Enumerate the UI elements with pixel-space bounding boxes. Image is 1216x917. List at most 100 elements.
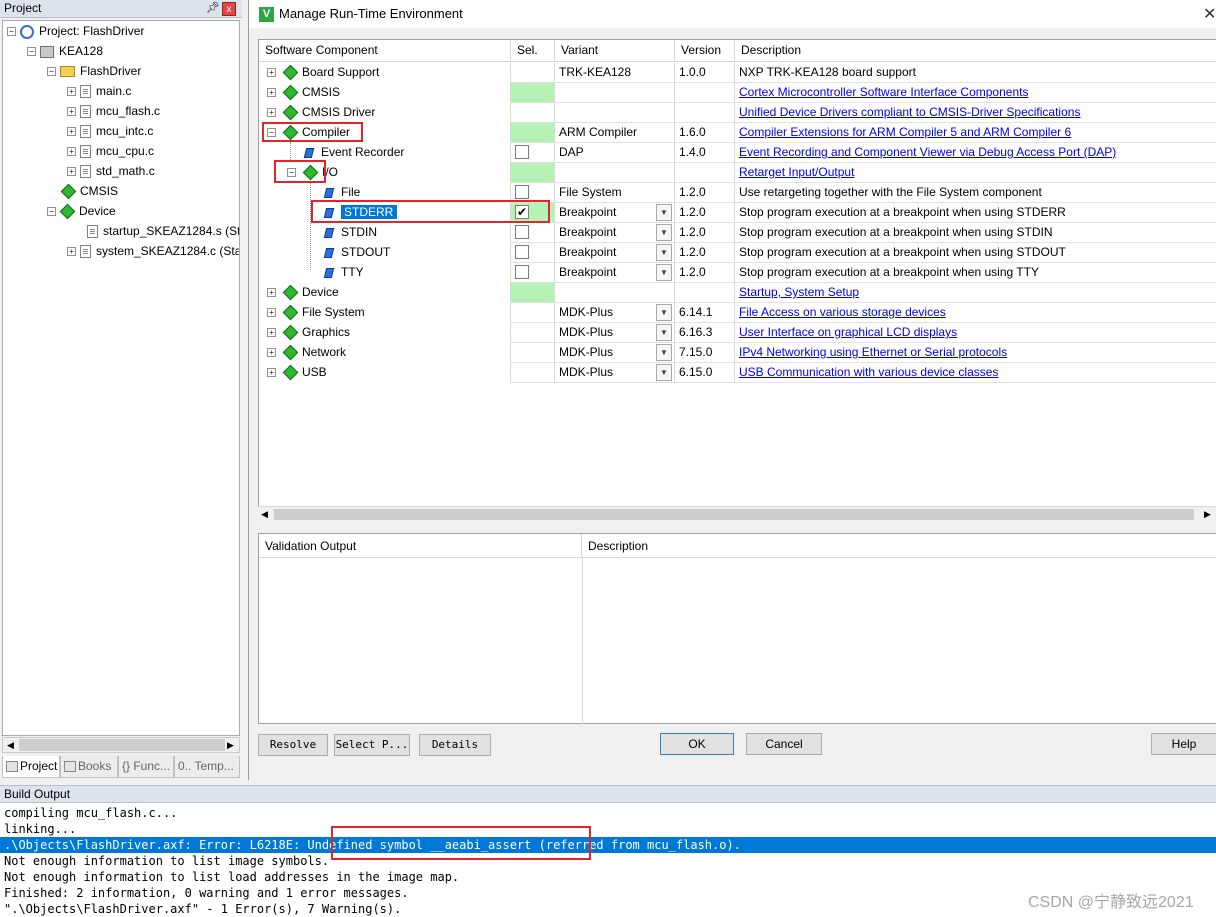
component-cell[interactable]: + Board Support [259, 63, 511, 83]
sel-cell[interactable] [511, 123, 555, 143]
tab-templates[interactable]: 0.. Temp... [174, 756, 240, 778]
chevron-down-icon[interactable]: ▼ [656, 304, 672, 321]
expand-icon[interactable]: + [267, 308, 276, 317]
description-cell[interactable]: USB Communication with various device cl… [735, 363, 1216, 383]
sel-cell[interactable] [511, 343, 555, 363]
sel-cell[interactable] [511, 243, 555, 263]
component-cell[interactable]: + CMSIS [259, 83, 511, 103]
component-row[interactable]: TTY Breakpoint ▼ 1.2.0 Stop program executio… [259, 263, 1216, 283]
component-row[interactable]: STDIN Breakpoint ▼ 1.2.0 Stop program execut… [259, 223, 1216, 243]
column-header-version[interactable]: Version [675, 40, 735, 62]
variant-cell[interactable]: Breakpoint ▼ [555, 203, 675, 223]
tree-item-file[interactable]: + mcu_intc.c [67, 121, 153, 141]
description-link[interactable]: IPv4 Networking using Ethernet or Serial… [739, 345, 1007, 359]
component-row[interactable]: + CMSIS Driver Unified Device Drivers comp… [259, 103, 1216, 123]
description-link[interactable]: Event Recording and Component Viewer via… [739, 145, 1116, 159]
scrollbar-thumb[interactable] [19, 739, 225, 751]
chevron-down-icon[interactable]: ▼ [656, 344, 672, 361]
expand-icon[interactable]: + [67, 247, 76, 257]
variant-cell[interactable]: MDK-Plus ▼ [555, 303, 675, 323]
description-link[interactable]: Retarget Input/Output [739, 165, 854, 179]
tree-item-component[interactable]: CMSIS [60, 181, 118, 201]
component-row[interactable]: + Network MDK-Plus ▼ 7.15.0 IPv4 Networking u… [259, 343, 1216, 363]
tree-item-file[interactable]: + system_SKEAZ1284.c (Sta [67, 241, 239, 261]
ok-button[interactable]: OK [660, 733, 734, 755]
collapse-icon[interactable]: − [47, 67, 56, 77]
component-row[interactable]: + CMSIS Cortex Microcontroller Software In… [259, 83, 1216, 103]
description-cell[interactable]: Cortex Microcontroller Software Interfac… [735, 83, 1216, 103]
tree-item-project[interactable]: − Project: FlashDriver [7, 21, 144, 41]
component-row[interactable]: + USB MDK-Plus ▼ 6.15.0 USB Communication wit… [259, 363, 1216, 383]
component-row[interactable]: + File System MDK-Plus ▼ 6.14.1 File Access o… [259, 303, 1216, 323]
component-cell[interactable]: + CMSIS Driver [259, 103, 511, 123]
variant-cell[interactable]: MDK-Plus ▼ [555, 343, 675, 363]
column-header-sel[interactable]: Sel. [511, 40, 555, 62]
expand-icon[interactable]: + [267, 108, 276, 117]
description-cell[interactable]: Retarget Input/Output [735, 163, 1216, 183]
expand-icon[interactable]: + [267, 288, 276, 297]
component-cell[interactable]: STDIN [259, 223, 511, 243]
column-header-variant[interactable]: Variant [555, 40, 675, 62]
description-cell[interactable]: Event Recording and Component Viewer via… [735, 143, 1216, 163]
expand-icon[interactable]: + [67, 87, 76, 97]
variant-cell[interactable]: MDK-Plus ▼ [555, 363, 675, 383]
description-link[interactable]: Unified Device Drivers compliant to CMSI… [739, 105, 1080, 119]
component-cell[interactable]: TTY [259, 263, 511, 283]
chevron-down-icon[interactable]: ▼ [656, 324, 672, 341]
chevron-down-icon[interactable]: ▼ [656, 364, 672, 381]
component-row[interactable]: STDOUT Breakpoint ▼ 1.2.0 Stop program execu… [259, 243, 1216, 263]
output-line-error[interactable]: .\Objects\FlashDriver.axf: Error: L6218E… [0, 837, 1216, 853]
scrollbar-thumb[interactable] [274, 509, 1194, 520]
expand-icon[interactable]: + [267, 348, 276, 357]
select-checkbox[interactable] [515, 225, 529, 239]
collapse-icon[interactable]: − [7, 27, 16, 37]
scroll-right-icon[interactable]: ▶ [1204, 509, 1211, 520]
tree-item-component[interactable]: − Device [47, 201, 116, 221]
description-link[interactable]: USB Communication with various device cl… [739, 365, 998, 379]
close-icon[interactable]: x [222, 2, 236, 16]
expand-icon[interactable]: + [267, 368, 276, 377]
variant-cell[interactable]: Breakpoint ▼ [555, 243, 675, 263]
tab-project[interactable]: Project [2, 756, 60, 778]
sel-cell[interactable] [511, 263, 555, 283]
sel-cell[interactable] [511, 283, 555, 303]
select-checkbox[interactable] [515, 185, 529, 199]
chevron-down-icon[interactable]: ▼ [656, 224, 672, 241]
component-cell[interactable]: + File System [259, 303, 511, 323]
variant-cell[interactable]: Breakpoint ▼ [555, 223, 675, 243]
expand-icon[interactable]: + [67, 107, 76, 117]
component-cell[interactable]: + USB [259, 363, 511, 383]
component-cell[interactable]: + Network [259, 343, 511, 363]
tab-books[interactable]: Books [60, 756, 118, 778]
description-link[interactable]: Compiler Extensions for ARM Compiler 5 a… [739, 125, 1071, 139]
description-cell[interactable]: IPv4 Networking using Ethernet or Serial… [735, 343, 1216, 363]
collapse-icon[interactable]: − [47, 207, 56, 217]
description-cell[interactable]: Unified Device Drivers compliant to CMSI… [735, 103, 1216, 123]
collapse-icon[interactable]: − [27, 47, 36, 57]
sel-cell[interactable] [511, 103, 555, 123]
expand-icon[interactable]: + [67, 147, 76, 157]
tree-item-file[interactable]: + mcu_cpu.c [67, 141, 154, 161]
variant-cell[interactable]: Breakpoint ▼ [555, 263, 675, 283]
expand-icon[interactable]: + [267, 68, 276, 77]
grid-horizontal-scrollbar[interactable]: ◀ ▶ [258, 506, 1216, 522]
description-cell[interactable]: Compiler Extensions for ARM Compiler 5 a… [735, 123, 1216, 143]
sel-cell[interactable] [511, 323, 555, 343]
expand-icon[interactable]: + [267, 328, 276, 337]
tree-item-file[interactable]: startup_SKEAZ1284.s (Sta [87, 221, 239, 241]
select-packs-button[interactable]: Select P... [334, 734, 410, 756]
component-row[interactable]: − I/O Retarget Input/Output [259, 163, 1216, 183]
component-cell[interactable]: + Graphics [259, 323, 511, 343]
chevron-down-icon[interactable]: ▼ [656, 244, 672, 261]
resolve-button[interactable]: Resolve [258, 734, 328, 756]
expand-icon[interactable]: + [267, 88, 276, 97]
description-link[interactable]: File Access on various storage devices [739, 305, 946, 319]
pin-icon[interactable]: 📌︎ [206, 0, 220, 17]
cancel-button[interactable]: Cancel [746, 733, 822, 755]
tab-functions[interactable]: {} Func... [118, 756, 174, 778]
scroll-left-icon[interactable]: ◀ [261, 509, 268, 520]
select-checkbox[interactable] [515, 265, 529, 279]
sel-cell[interactable] [511, 223, 555, 243]
select-checkbox[interactable] [515, 245, 529, 259]
tree-item-file[interactable]: + mcu_flash.c [67, 101, 160, 121]
